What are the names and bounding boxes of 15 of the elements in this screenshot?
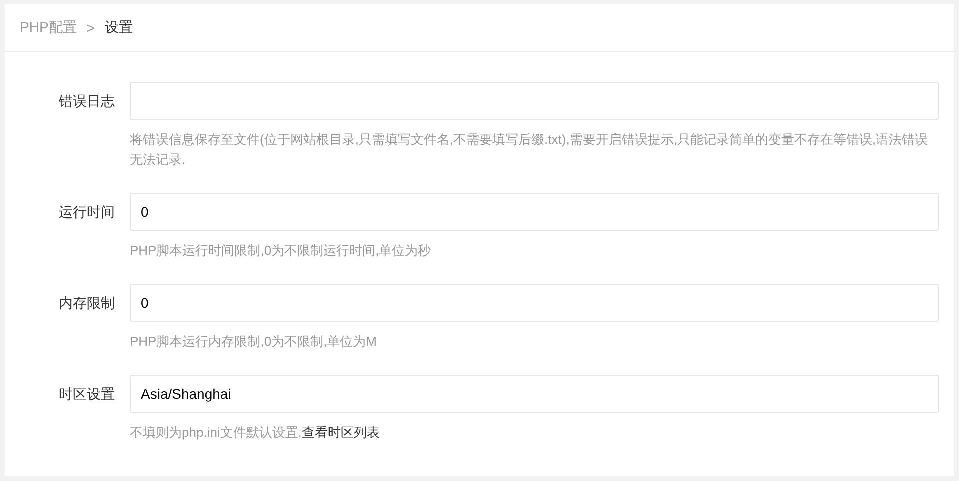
help-text: 将错误信息保存至文件(位于网站根目录,只需填写文件名,不需要填写后缀.txt),需要开启错误提示,只能记录简单的变量不存在等错误,语法错误无法记录. bbox=[130, 132, 928, 167]
breadcrumb-separator: > bbox=[86, 20, 95, 36]
input-field[interactable]: 0 bbox=[130, 193, 939, 231]
input-field[interactable]: 0 bbox=[130, 284, 939, 322]
help-text: 不填则为php.ini文件默认设置, bbox=[130, 425, 302, 440]
help-text: PHP脚本运行内存限制,0为不限制,单位为M bbox=[130, 334, 378, 349]
field-label: 时区设置 bbox=[58, 385, 115, 404]
field-label: 运行时间 bbox=[58, 203, 115, 222]
breadcrumb-item: 设置 bbox=[104, 18, 133, 36]
field-label: 内存限制 bbox=[58, 294, 115, 313]
timezone-list-link[interactable]: 查看时区列表 bbox=[302, 425, 380, 440]
input-field[interactable] bbox=[130, 82, 939, 120]
help-text: PHP脚本运行时间限制,0为不限制运行时间,单位为秒 bbox=[130, 243, 432, 258]
field-label: 错误日志 bbox=[58, 92, 115, 111]
input-field[interactable]: Asia/Shanghai bbox=[130, 375, 939, 413]
